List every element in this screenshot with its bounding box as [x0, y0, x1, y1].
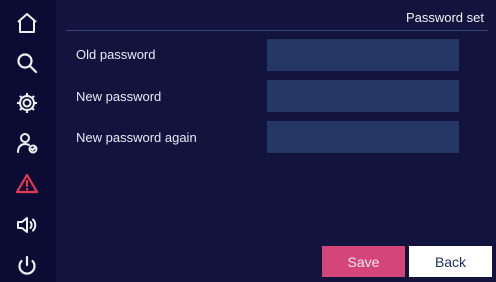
title-divider: [66, 30, 488, 31]
back-button[interactable]: Back: [409, 246, 492, 277]
page-title: Password set: [405, 10, 484, 25]
search-icon[interactable]: [12, 48, 42, 78]
power-icon[interactable]: [12, 251, 42, 281]
old-password-label: Old password: [76, 47, 156, 62]
new-password-again-label: New password again: [76, 130, 197, 145]
speaker-icon[interactable]: [12, 210, 42, 240]
new-password-label: New password: [76, 89, 162, 104]
home-icon[interactable]: [12, 8, 42, 38]
new-password-field[interactable]: [267, 80, 459, 112]
old-password-field[interactable]: [267, 39, 459, 71]
user-check-icon[interactable]: [12, 128, 42, 158]
screen: Password set Old password New password N…: [0, 0, 496, 282]
new-password-again-field[interactable]: [267, 121, 459, 153]
gear-icon[interactable]: [12, 88, 42, 118]
main-panel: Password set Old password New password N…: [56, 0, 496, 282]
save-button[interactable]: Save: [322, 246, 405, 277]
warning-icon[interactable]: [12, 169, 42, 199]
sidebar: [0, 0, 56, 282]
